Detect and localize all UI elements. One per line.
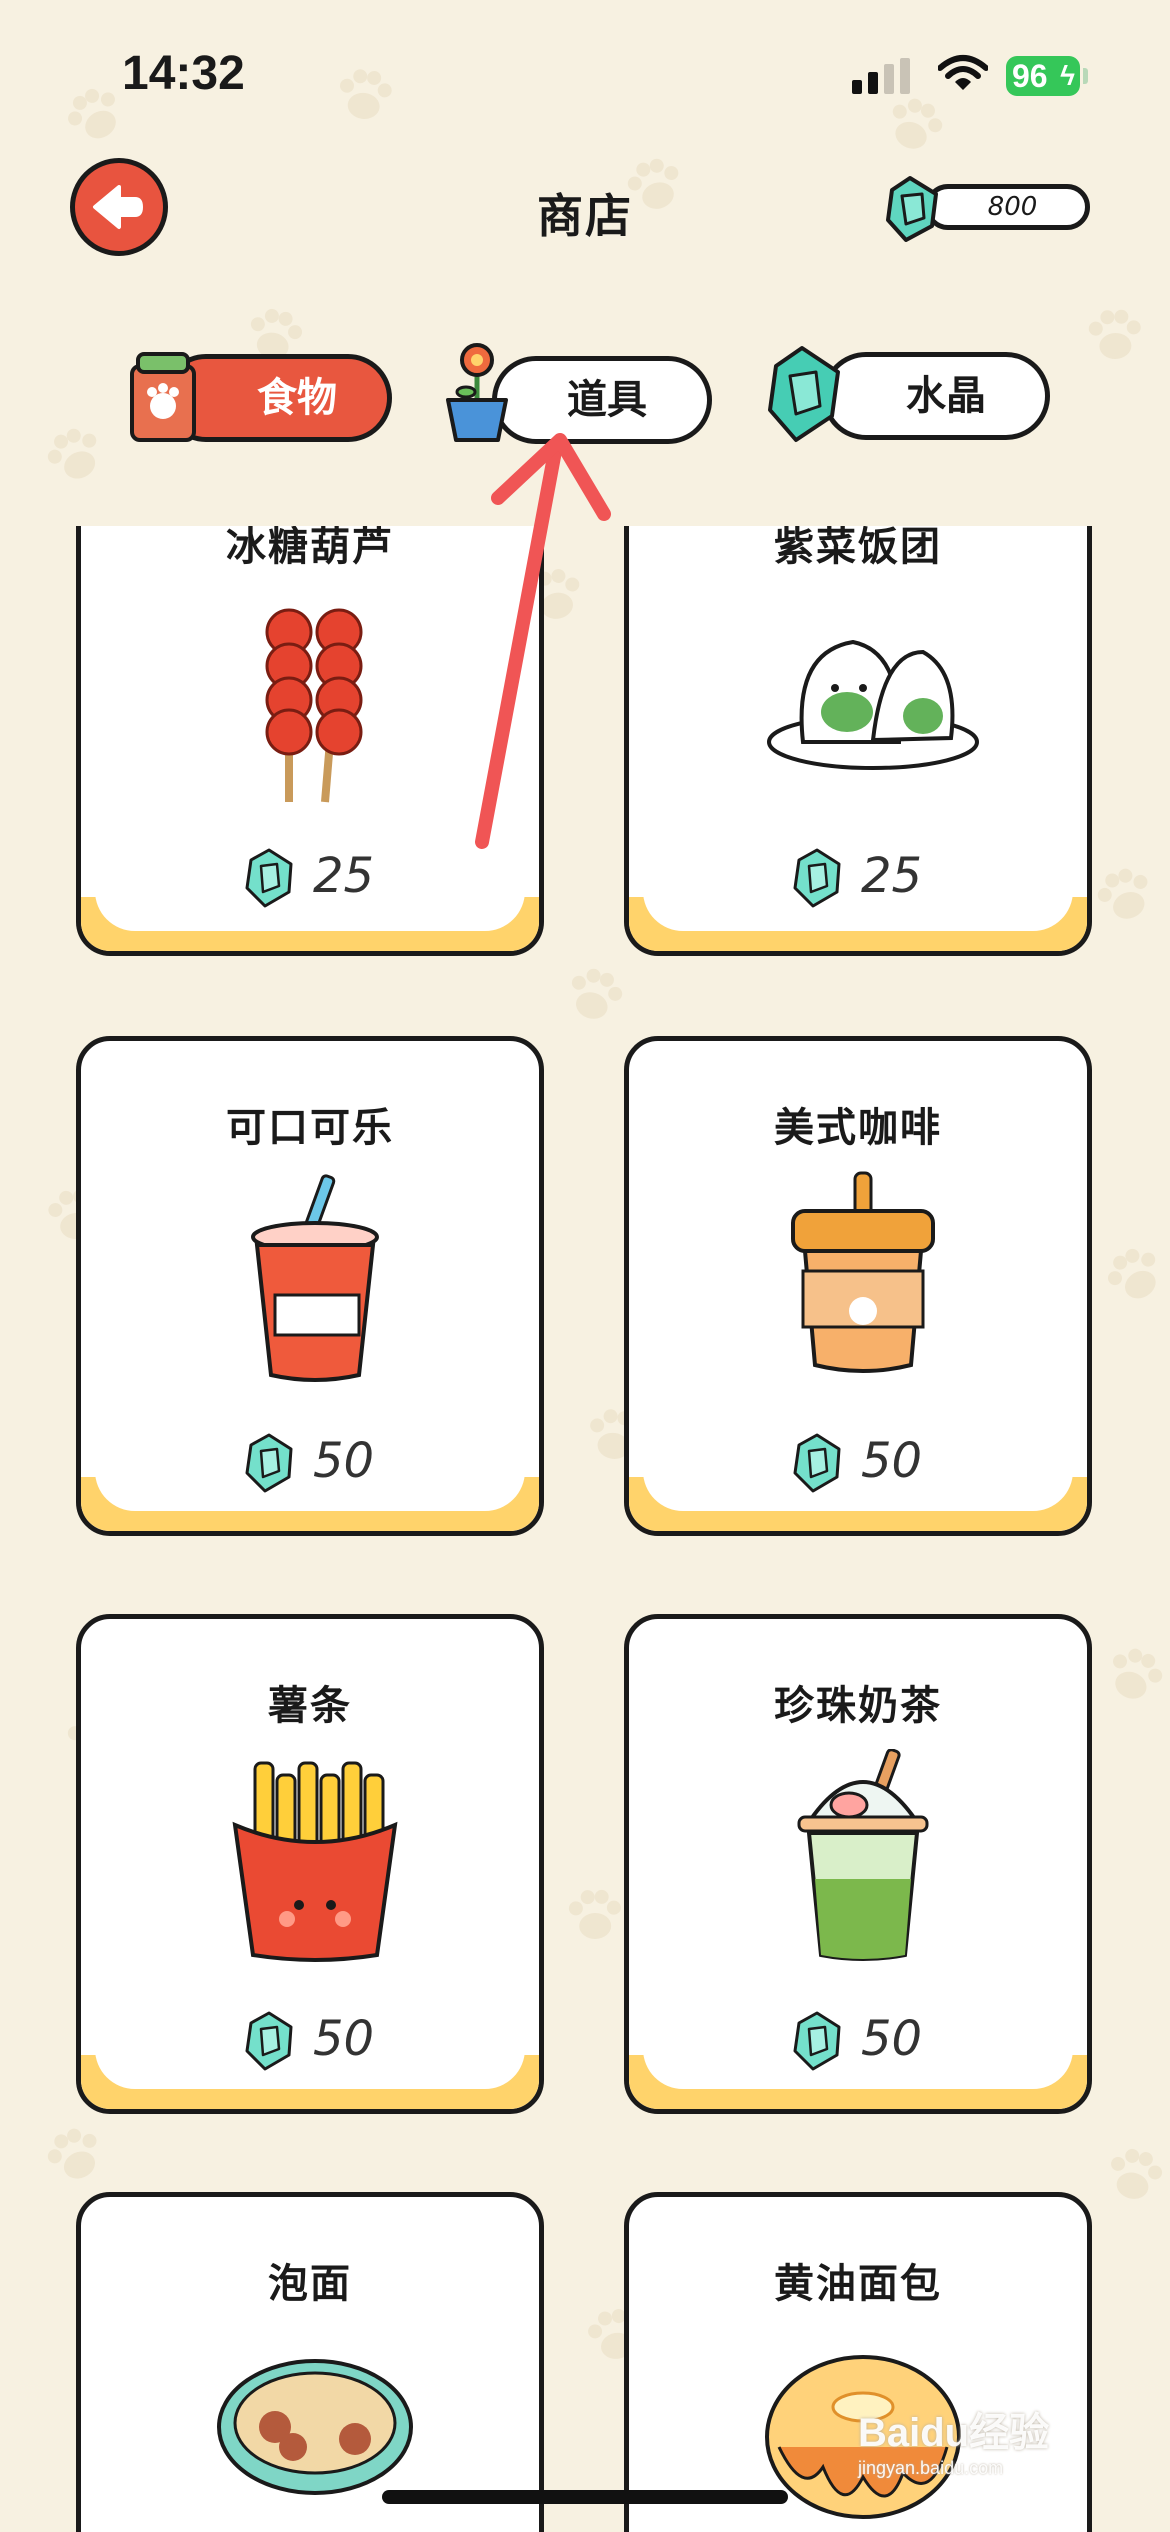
watermark-brand: Baidu经验 [858, 2411, 1050, 2455]
home-indicator [382, 2490, 788, 2504]
watermark-url: jingyan.baidu.com [858, 2458, 1004, 2478]
annotation-arrow [475, 433, 611, 849]
watermark: Baidu经验 jingyan.baidu.com [858, 2400, 1148, 2500]
